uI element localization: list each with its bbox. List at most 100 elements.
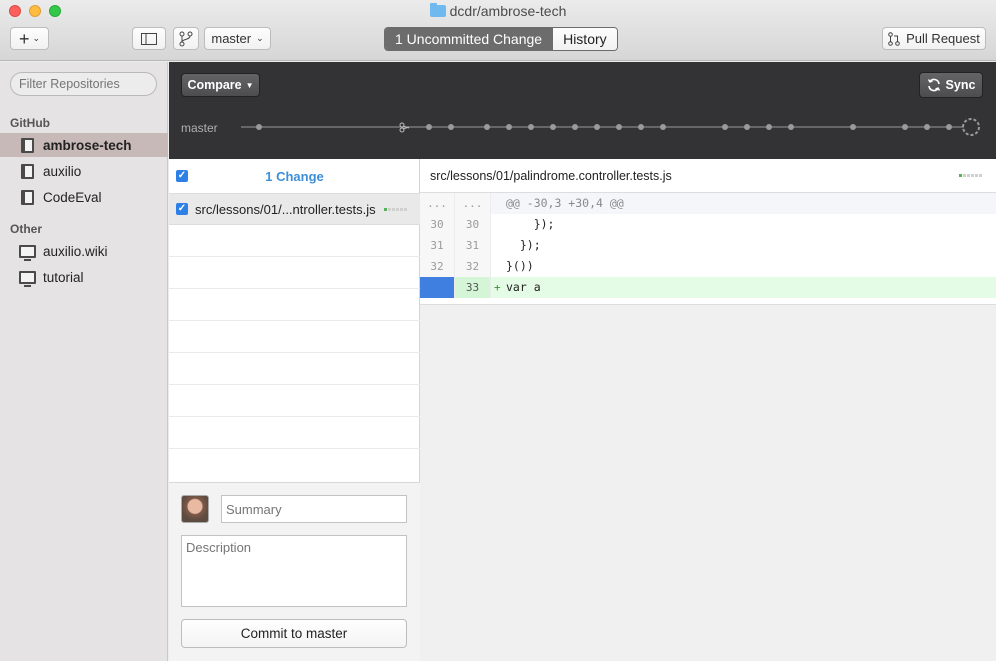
diff-panel: src/lessons/01/palindrome.controller.tes…: [420, 159, 996, 661]
repo-icon: [21, 137, 34, 153]
commit-dot[interactable]: [484, 124, 490, 130]
commit-dot[interactable]: [902, 124, 908, 130]
empty-list-row: [169, 225, 420, 257]
sidebar-item-auxilio[interactable]: auxilio: [0, 159, 168, 183]
commit-dot[interactable]: [256, 124, 262, 130]
commit-dot[interactable]: [660, 124, 666, 130]
old-line-number: 30: [420, 214, 455, 235]
commit-dot[interactable]: [594, 124, 600, 130]
diff-line-code: var a: [506, 280, 541, 294]
commit-dot[interactable]: [506, 124, 512, 130]
commit-dot[interactable]: [788, 124, 794, 130]
commit-dot[interactable]: [946, 124, 952, 130]
commit-dot[interactable]: [616, 124, 622, 130]
pull-request-icon: [888, 31, 900, 46]
diff-line[interactable]: 30 30 });: [420, 214, 996, 235]
commit-timeline[interactable]: [169, 62, 996, 159]
sidebar-item-label: auxilio.wiki: [43, 243, 108, 259]
filter-repositories-input[interactable]: [10, 72, 157, 96]
new-line-number: 33: [455, 277, 491, 298]
plus-icon: +: [18, 28, 30, 49]
sidebar-item-label: tutorial: [43, 269, 84, 285]
diff-line-code: }()): [506, 259, 534, 273]
diff-line[interactable]: 31 31 });: [420, 235, 996, 256]
old-line-number: [420, 277, 455, 298]
empty-list-row: [169, 289, 420, 321]
branch-selector[interactable]: master ⌄: [204, 27, 271, 50]
diffstat-indicator: [959, 174, 982, 177]
sidebar-item-tutorial[interactable]: tutorial: [0, 265, 168, 289]
changes-count-title: 1 Change: [265, 169, 324, 184]
diff-line-added[interactable]: 33 + var a: [420, 277, 996, 298]
old-line-number: 32: [420, 256, 455, 277]
commit-dot[interactable]: [528, 124, 534, 130]
diff-line-code: });: [506, 238, 541, 252]
commit-dot[interactable]: [572, 124, 578, 130]
commit-dot[interactable]: [766, 124, 772, 130]
tab-history[interactable]: History: [552, 28, 617, 50]
tab-uncommitted-changes[interactable]: 1 Uncommitted Change: [385, 28, 553, 50]
uncommitted-changes-marker: [962, 118, 980, 136]
sidebar-icon: [141, 32, 157, 45]
add-repository-button[interactable]: + ⌄: [10, 27, 49, 50]
commit-summary-input[interactable]: [221, 495, 407, 523]
sidebar-item-label: ambrose-tech: [43, 137, 132, 153]
changes-panel: ✓ 1 Change ✓ src/lessons/01/...ntroller.…: [169, 159, 420, 661]
branch-selector-label: master: [211, 31, 252, 46]
empty-list-row: [169, 321, 420, 353]
added-line-marker: +: [494, 281, 501, 294]
old-line-number: 31: [420, 235, 455, 256]
commit-dot[interactable]: [744, 124, 750, 130]
computer-icon: [19, 270, 36, 287]
diffstat-indicator: [384, 208, 407, 211]
repository-sidebar: GitHub ambrose-tech auxilio CodeEval Oth…: [0, 62, 168, 661]
diff-header: src/lessons/01/palindrome.controller.tes…: [420, 159, 996, 193]
changed-file-name: src/lessons/01/...ntroller.tests.js: [195, 202, 376, 217]
computer-icon: [19, 244, 36, 261]
hunk-header-row: ... ... @@ -30,3 +30,4 @@: [420, 193, 996, 214]
hunk-gutter-new: ...: [455, 193, 491, 214]
empty-list-row: [169, 417, 420, 449]
pull-request-button[interactable]: Pull Request: [882, 27, 986, 50]
empty-list-row: [169, 353, 420, 385]
section-label-other: Other: [10, 222, 43, 236]
window-title-text: dcdr/ambrose-tech: [449, 3, 567, 19]
commit-description-input[interactable]: [181, 535, 407, 607]
diff-content: ... ... @@ -30,3 +30,4 @@ 30 30 }); 31 3…: [420, 193, 996, 305]
commit-dot[interactable]: [924, 124, 930, 130]
commit-button[interactable]: Commit to master: [181, 619, 407, 648]
changes-header: ✓ 1 Change: [169, 159, 420, 194]
commit-dot[interactable]: [638, 124, 644, 130]
sidebar-item-codeeval[interactable]: CodeEval: [0, 185, 168, 209]
commit-dot[interactable]: [722, 124, 728, 130]
title-bar: dcdr/ambrose-tech + ⌄ master ⌄ 1 Uncommi…: [0, 0, 996, 61]
commit-dot[interactable]: [550, 124, 556, 130]
diff-file-path: src/lessons/01/palindrome.controller.tes…: [430, 169, 672, 183]
commit-dot[interactable]: [426, 124, 432, 130]
create-branch-button[interactable]: [173, 27, 199, 50]
repo-icon: [21, 163, 34, 179]
hunk-header-text: @@ -30,3 +30,4 @@: [506, 196, 624, 210]
sidebar-item-label: CodeEval: [43, 189, 102, 205]
toggle-sidebar-button[interactable]: [132, 27, 166, 50]
diff-line[interactable]: 32 32 }()): [420, 256, 996, 277]
new-line-number: 31: [455, 235, 491, 256]
commit-panel: Commit to master: [169, 482, 420, 661]
commit-dot[interactable]: [850, 124, 856, 130]
hunk-gutter-old: ...: [420, 193, 455, 214]
new-line-number: 30: [455, 214, 491, 235]
commit-dot[interactable]: [448, 124, 454, 130]
changed-file-row[interactable]: ✓ src/lessons/01/...ntroller.tests.js: [169, 194, 420, 225]
chevron-down-icon: ⌄: [256, 33, 264, 43]
new-line-number: 32: [455, 256, 491, 277]
section-label-github: GitHub: [10, 116, 50, 130]
sidebar-item-ambrose-tech[interactable]: ambrose-tech: [0, 133, 168, 157]
sidebar-item-label: auxilio: [43, 163, 82, 179]
diff-line-code: });: [506, 217, 555, 231]
branch-bar: Compare ▼ Sync master: [169, 62, 996, 159]
folder-icon: [429, 3, 446, 17]
chevron-down-icon: ⌄: [32, 33, 41, 43]
sidebar-item-auxilio-wiki[interactable]: auxilio.wiki: [0, 239, 168, 263]
file-checkbox[interactable]: ✓: [176, 203, 188, 215]
avatar: [181, 495, 209, 523]
